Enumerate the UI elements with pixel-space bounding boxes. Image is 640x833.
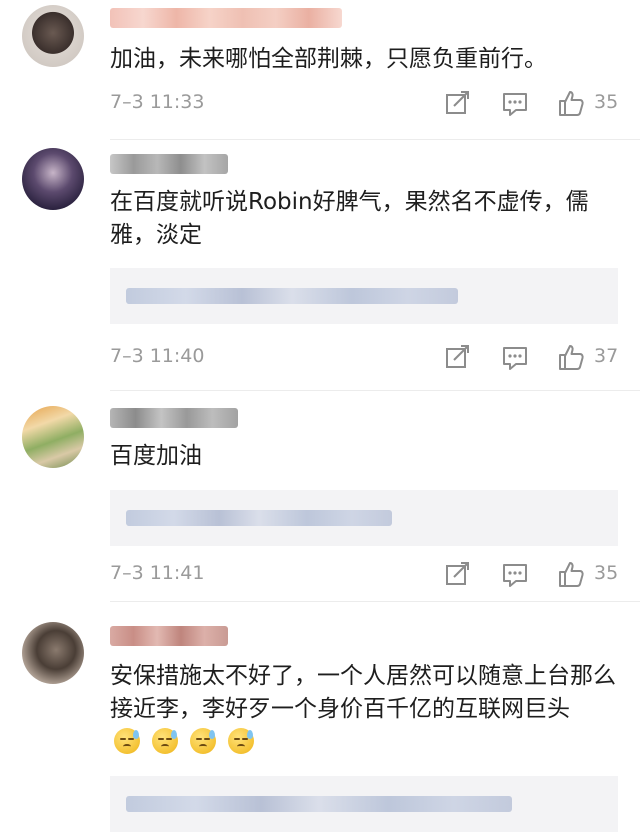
timestamp: 7–3 11:40	[110, 345, 205, 367]
comment-icon[interactable]	[500, 88, 530, 118]
username-blurred[interactable]	[110, 408, 238, 428]
reply-preview[interactable]	[110, 776, 618, 832]
comment-icon[interactable]	[500, 559, 530, 589]
comment-item: 百度加油 7–3 11:41 35	[0, 392, 640, 602]
comment-text: 百度加油	[110, 443, 202, 469]
username-blurred[interactable]	[110, 626, 228, 646]
thumbs-up-icon[interactable]	[556, 559, 586, 589]
sweat-emoji	[228, 728, 254, 754]
comment-meta: 7–3 11:33 35	[110, 88, 620, 118]
username-blurred[interactable]	[110, 8, 342, 28]
sweat-emoji	[190, 728, 216, 754]
like-count: 37	[594, 345, 619, 367]
comment-text-body: 安保措施太不好了，一个人居然可以随意上台那么接近李，李好歹一个身价百千亿的互联网…	[110, 663, 616, 722]
comment-meta: 7–3 11:40 37	[110, 342, 620, 372]
comment-meta: 7–3 11:41 35	[110, 559, 620, 589]
avatar[interactable]	[22, 622, 84, 684]
avatar[interactable]	[22, 5, 84, 67]
username-blurred[interactable]	[110, 154, 228, 174]
sweat-emoji	[152, 728, 178, 754]
timestamp: 7–3 11:33	[110, 91, 205, 113]
divider	[110, 390, 640, 391]
like-count: 35	[594, 562, 619, 584]
thumbs-up-icon[interactable]	[556, 88, 586, 118]
sweat-emoji	[114, 728, 140, 754]
repost-icon[interactable]	[442, 342, 472, 372]
avatar[interactable]	[22, 148, 84, 210]
reply-preview[interactable]	[110, 490, 618, 546]
avatar[interactable]	[22, 406, 84, 468]
repost-icon[interactable]	[442, 559, 472, 589]
reply-link-blurred[interactable]	[126, 796, 512, 812]
reply-link-blurred[interactable]	[126, 510, 392, 526]
comment-item: 安保措施太不好了，一个人居然可以随意上台那么接近李，李好歹一个身价百千亿的互联网…	[0, 602, 640, 833]
comment-icon[interactable]	[500, 342, 530, 372]
comment-text: 加油，未来哪怕全部荆棘，只愿负重前行。	[110, 46, 547, 72]
comment-text: 安保措施太不好了，一个人居然可以随意上台那么接近李，李好歹一个身价百千亿的互联网…	[110, 660, 630, 759]
comment-text: 在百度就听说Robin好脾气，果然名不虚传，儒雅，淡定	[110, 189, 589, 248]
thumbs-up-icon[interactable]	[556, 342, 586, 372]
comment-item: 在百度就听说Robin好脾气，果然名不虚传，儒雅，淡定 7–3 11:40 37	[0, 140, 640, 392]
timestamp: 7–3 11:41	[110, 562, 205, 584]
emoji-row	[114, 726, 266, 759]
like-count: 35	[594, 91, 619, 113]
comment-item: 加油，未来哪怕全部荆棘，只愿负重前行。 7–3 11:33 35	[0, 0, 640, 140]
repost-icon[interactable]	[442, 88, 472, 118]
reply-link-blurred[interactable]	[126, 288, 458, 304]
reply-preview[interactable]	[110, 268, 618, 324]
